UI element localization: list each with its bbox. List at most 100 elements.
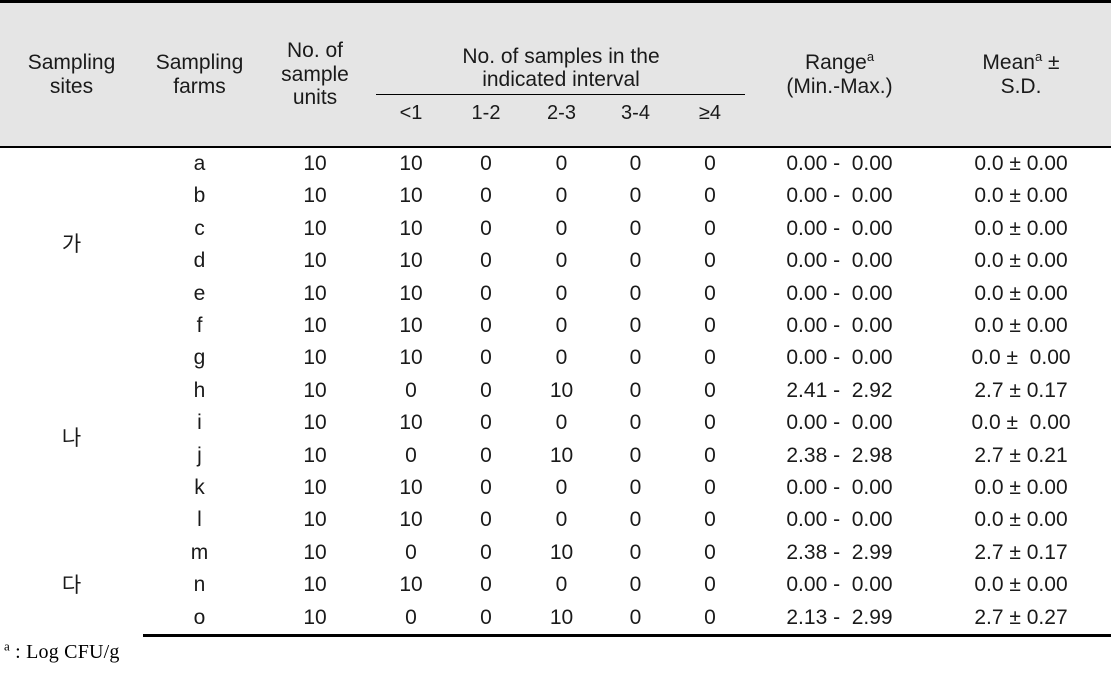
cell-bin-2-3: 10	[549, 378, 574, 402]
spanner-rule	[376, 93, 745, 95]
table-row: d 10 10 0 0 0 0 0.00 - 0.00 0.0 ± 0.00	[0, 245, 1111, 277]
cell-bin-2-3: 0	[555, 152, 568, 175]
cell-bin-lt1: 0	[405, 443, 417, 467]
cell-bin-2-3: 0	[555, 411, 568, 435]
column-header-sampling-sites: Sampling sites	[0, 0, 143, 148]
cell-bin-3-4: 0	[629, 249, 642, 273]
column-header-interval-spanner: No. of samples in the indicated interval	[374, 0, 748, 98]
cell-bin-3-4: 0	[629, 476, 642, 500]
cell-bin-1-2: 0	[480, 540, 492, 564]
cell-sampling-site: 다	[61, 574, 82, 598]
cell-bin-2-3: 0	[555, 508, 568, 532]
cell-bin-3-4: 0	[599, 601, 672, 638]
cell-mean: 0.0 ± 0.00	[974, 152, 1068, 175]
cell-sample-units: 10	[303, 152, 327, 175]
cell-bin-2-3: 10	[549, 540, 574, 564]
cell-range: 0.00 - 0.00	[786, 184, 893, 208]
cell-sampling-farm: i	[197, 411, 202, 435]
cell-bin-lt1: 0	[405, 540, 417, 564]
cell-bin-1-2: 0	[480, 508, 492, 532]
cell-bin-lt1: 10	[399, 314, 423, 338]
cell-bin-3-4: 0	[629, 443, 642, 467]
cell-sampling-farm: j	[197, 443, 202, 467]
cell-bin-3-4: 0	[629, 216, 642, 240]
table-row: 다 m 10 0 0 10 0 0 2.38 - 2.99 2.7 ± 0.17	[0, 537, 1111, 597]
cell-mean: 2.7 ± 0.21	[974, 443, 1068, 467]
cell-bin-lt1: 10	[399, 476, 423, 500]
cell-sampling-farm: o	[143, 601, 256, 638]
table-row: f 10 10 0 0 0 0 0.00 - 0.00 0.0 ± 0.00	[0, 310, 1111, 342]
mean-plusminus: ±	[1042, 50, 1060, 74]
cell-bin-3-4: 0	[629, 346, 642, 370]
cell-bin-lt1: 10	[399, 281, 423, 305]
cell-bin-1-2: 0	[480, 314, 492, 338]
cell-range: 0.00 - 0.00	[786, 508, 893, 532]
table-row: n 10 10 0 0 0 0 0.00 - 0.00 0.0 ± 0.00	[0, 569, 1111, 601]
cell-bin-1-2: 0	[480, 152, 492, 175]
cell-mean: 0.0 ± 0.00	[974, 249, 1068, 273]
column-header-bin-lt1: <1	[374, 97, 448, 149]
footnote-text: : Log CFU/g	[9, 641, 120, 664]
cell-mean: 0.0 ± 0.00	[971, 411, 1071, 435]
table-container: Sampling sites Sampling farms No. of sample…	[0, 0, 1111, 675]
cell-mean: 0.0 ± 0.00	[974, 314, 1068, 338]
cell-sample-units: 10	[303, 249, 327, 273]
cell-bin-ge4: 0	[704, 540, 716, 564]
cell-sampling-site: 가	[61, 233, 82, 257]
cell-sampling-farm: m	[190, 540, 209, 564]
cell-bin-3-4: 0	[629, 378, 642, 402]
cell-sampling-site: 나	[61, 427, 82, 451]
column-header-bin-3-4: 3-4	[599, 97, 672, 149]
cell-sample-units: 10	[256, 601, 374, 638]
cell-bin-2-3: 0	[555, 346, 568, 370]
cell-bin-1-2: 0	[480, 476, 492, 500]
cell-bin-lt1: 10	[399, 411, 423, 435]
cell-bin-3-4: 0	[629, 152, 642, 175]
cell-bin-ge4: 0	[704, 411, 716, 435]
cell-range: 0.00 - 0.00	[786, 411, 893, 435]
cell-bin-ge4: 0	[704, 281, 716, 305]
cell-bin-3-4: 0	[629, 314, 642, 338]
column-header-sampling-farms: Sampling farms	[143, 0, 256, 148]
cell-bin-ge4: 0	[704, 216, 716, 240]
cell-bin-ge4: 0	[704, 573, 716, 597]
cell-bin-lt1: 10	[399, 216, 423, 240]
cell-sample-units: 10	[303, 443, 327, 467]
cell-range: 0.00 - 0.00	[786, 314, 893, 338]
cell-bin-3-4: 0	[629, 508, 642, 532]
interval-spanner-label: No. of samples in the indicated interval	[462, 44, 660, 92]
cell-bin-ge4: 0	[704, 378, 716, 402]
cell-bin-1-2: 0	[448, 601, 524, 638]
cell-bin-1-2: 0	[480, 411, 492, 435]
cell-bin-lt1: 0	[374, 601, 448, 638]
cell-bin-ge4: 0	[704, 314, 716, 338]
cell-bin-3-4: 0	[629, 411, 642, 435]
cell-sampling-farm: l	[197, 508, 202, 532]
cell-range: 2.13 - 2.99	[748, 601, 931, 638]
table-row: c 10 10 0 0 0 0 0.00 - 0.00 0.0 ± 0.00	[0, 213, 1111, 245]
cell-bin-1-2: 0	[480, 443, 492, 467]
cell-bin-ge4: 0	[704, 346, 716, 370]
range-footnote-marker: a	[866, 48, 875, 64]
cell-range: 0.00 - 0.00	[786, 281, 893, 305]
column-header-bin-ge4: ≥4	[672, 97, 748, 149]
mean-sublabel: S.D.	[1000, 74, 1042, 98]
cell-mean: 0.0 ± 0.00	[974, 476, 1068, 500]
cell-mean: 0.0 ± 0.00	[971, 346, 1071, 370]
table-row: i 10 10 0 0 0 0 0.00 - 0.00 0.0 ± 0.00	[0, 407, 1111, 439]
cell-sample-units: 10	[303, 314, 327, 338]
cell-bin-2-3: 0	[555, 184, 568, 208]
cell-bin-ge4: 0	[672, 601, 748, 638]
cell-bin-2-3: 0	[555, 314, 568, 338]
cell-sampling-farm: a	[193, 152, 206, 175]
cell-sample-units: 10	[303, 508, 327, 532]
cell-bin-2-3: 0	[555, 281, 568, 305]
table-row: o 10 0 0 10 0 0 2.13 - 2.99 2.7 ± 0.27	[0, 601, 1111, 638]
cell-mean: 0.0 ± 0.00	[974, 573, 1068, 597]
cell-sampling-farm: b	[193, 184, 206, 208]
cell-bin-lt1: 10	[399, 508, 423, 532]
table-row: j 10 0 0 10 0 0 2.38 - 2.98 2.7 ± 0.21	[0, 440, 1111, 472]
cell-bin-1-2: 0	[480, 346, 492, 370]
range-sublabel: (Min.-Max.)	[786, 74, 893, 98]
table-row: 가 a 10 10 0 0 0 0 0.00 - 0.00 0.0 ± 0.00	[0, 147, 1111, 256]
